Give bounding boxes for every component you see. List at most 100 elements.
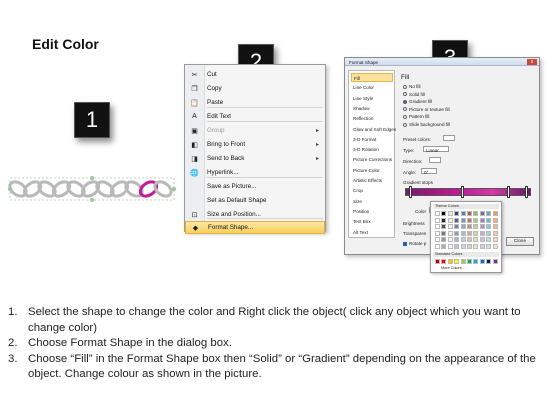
color-swatch[interactable] — [492, 211, 498, 216]
color-swatch[interactable] — [454, 211, 460, 216]
color-swatch[interactable] — [454, 237, 460, 242]
color-swatch[interactable] — [460, 217, 466, 223]
color-swatch[interactable] — [486, 243, 492, 249]
color-swatch[interactable] — [467, 237, 472, 242]
color-swatch[interactable] — [435, 217, 440, 223]
selection-handle[interactable] — [172, 187, 176, 191]
color-swatch[interactable] — [467, 259, 472, 264]
color-swatch[interactable] — [447, 224, 453, 229]
menu-item-hyperlink[interactable]: 🌐 Hyperlink... — [185, 166, 325, 179]
color-swatch[interactable] — [460, 211, 466, 216]
selection-handle[interactable] — [90, 198, 94, 202]
color-swatch[interactable] — [460, 224, 466, 229]
color-swatch[interactable] — [435, 259, 440, 264]
category-reflection[interactable]: Reflection — [351, 114, 393, 123]
color-swatch[interactable] — [486, 259, 492, 264]
category-line-color[interactable]: Line Color — [351, 83, 393, 92]
color-swatch[interactable] — [473, 259, 479, 264]
color-swatch[interactable] — [454, 230, 460, 236]
color-swatch[interactable] — [492, 224, 498, 229]
color-swatch[interactable] — [441, 224, 447, 229]
selection-handle[interactable] — [8, 187, 12, 191]
category-3-d-format[interactable]: 3-D Format — [351, 135, 393, 144]
color-swatch[interactable] — [467, 230, 472, 236]
color-swatch[interactable] — [435, 211, 440, 216]
color-swatch[interactable] — [473, 224, 479, 229]
color-swatch[interactable] — [473, 243, 479, 249]
color-swatch[interactable] — [486, 230, 492, 236]
chain-shape[interactable] — [4, 168, 180, 208]
color-swatch[interactable] — [460, 243, 466, 249]
color-swatch[interactable] — [460, 259, 466, 264]
color-swatch[interactable] — [447, 211, 453, 216]
close-button[interactable]: Close — [506, 237, 534, 246]
color-swatch[interactable] — [492, 230, 498, 236]
category-size[interactable]: Size — [351, 197, 393, 206]
color-swatch[interactable] — [460, 230, 466, 236]
category-alt-text[interactable]: Alt Text — [351, 228, 393, 237]
color-swatch[interactable] — [467, 211, 472, 216]
color-swatch[interactable] — [486, 224, 492, 229]
color-swatch[interactable] — [467, 243, 472, 249]
fill-option-slide-background-fill[interactable]: Slide background fill — [403, 122, 450, 127]
color-swatch[interactable] — [492, 243, 498, 249]
color-swatch[interactable] — [447, 243, 453, 249]
color-swatch[interactable] — [441, 237, 447, 242]
color-swatch[interactable] — [492, 237, 498, 242]
color-swatch[interactable] — [486, 211, 492, 216]
category-glow-and-soft-edges[interactable]: Glow and Soft Edges — [351, 125, 396, 134]
color-swatch[interactable] — [447, 237, 453, 242]
color-swatch[interactable] — [473, 237, 479, 242]
category-artistic-effects[interactable]: Artistic Effects — [351, 176, 393, 185]
menu-item-set-as-default-shape[interactable]: Set as Default Shape — [185, 194, 325, 207]
color-swatch[interactable] — [479, 243, 485, 249]
color-swatch[interactable] — [441, 230, 447, 236]
color-swatch[interactable] — [435, 230, 440, 236]
menu-item-format-shape[interactable]: ◆ Format Shape... — [185, 221, 325, 234]
menu-item-send-to-back[interactable]: ◨ Send to Back ▸ — [185, 152, 325, 165]
fill-option-picture-or-texture-fill[interactable]: Picture or texture fill — [403, 107, 450, 112]
category-crop[interactable]: Crop — [351, 186, 393, 195]
color-swatch[interactable] — [479, 211, 485, 216]
color-swatch[interactable] — [473, 211, 479, 216]
color-swatch[interactable] — [486, 237, 492, 242]
color-swatch[interactable] — [473, 230, 479, 236]
preset-colors-dropdown[interactable] — [443, 135, 455, 141]
color-swatch[interactable] — [467, 224, 472, 229]
rotate-checkbox[interactable]: Rotate p — [403, 241, 426, 246]
menu-item-paste[interactable]: 📋 Paste — [185, 96, 325, 109]
close-icon[interactable]: x — [527, 59, 537, 65]
color-swatch[interactable] — [435, 224, 440, 229]
color-swatch[interactable] — [479, 259, 485, 264]
category-fill[interactable]: Fill — [351, 73, 393, 82]
category-text-box[interactable]: Text Box — [351, 217, 393, 226]
color-swatch[interactable] — [486, 217, 492, 223]
color-swatch[interactable] — [479, 230, 485, 236]
color-swatch[interactable] — [492, 259, 498, 264]
color-swatch[interactable] — [454, 259, 460, 264]
gradient-stop[interactable] — [525, 186, 528, 198]
color-swatch[interactable] — [473, 217, 479, 223]
fill-option-solid-fill[interactable]: Solid fill — [403, 92, 425, 97]
color-swatch[interactable] — [441, 243, 447, 249]
gradient-bar[interactable] — [405, 188, 531, 196]
category-shadow[interactable]: Shadow — [351, 104, 393, 113]
more-colors-item[interactable]: More Colors... — [441, 266, 465, 270]
color-swatch[interactable] — [492, 217, 498, 223]
color-swatch[interactable] — [435, 237, 440, 242]
menu-item-cut[interactable]: ✂ Cut — [185, 68, 325, 81]
type-select[interactable]: Linear — [423, 146, 449, 153]
color-swatch[interactable] — [467, 217, 472, 223]
category-3-d-rotation[interactable]: 3-D Rotation — [351, 145, 393, 154]
color-swatch[interactable] — [447, 217, 453, 223]
category-picture-color[interactable]: Picture Color — [351, 166, 393, 175]
menu-item-edit-text[interactable]: A Edit Text — [185, 110, 325, 123]
direction-dropdown[interactable] — [429, 157, 441, 163]
fill-option-pattern-fill[interactable]: Pattern fill — [403, 114, 429, 119]
fill-option-gradient-fill[interactable]: Gradient fill — [403, 99, 432, 104]
category-line-style[interactable]: Line Style — [351, 94, 393, 103]
menu-item-bring-to-front[interactable]: ◧ Bring to Front ▸ — [185, 138, 325, 151]
color-swatch[interactable] — [479, 217, 485, 223]
color-swatch[interactable] — [435, 243, 440, 249]
selection-handle[interactable] — [90, 176, 94, 180]
